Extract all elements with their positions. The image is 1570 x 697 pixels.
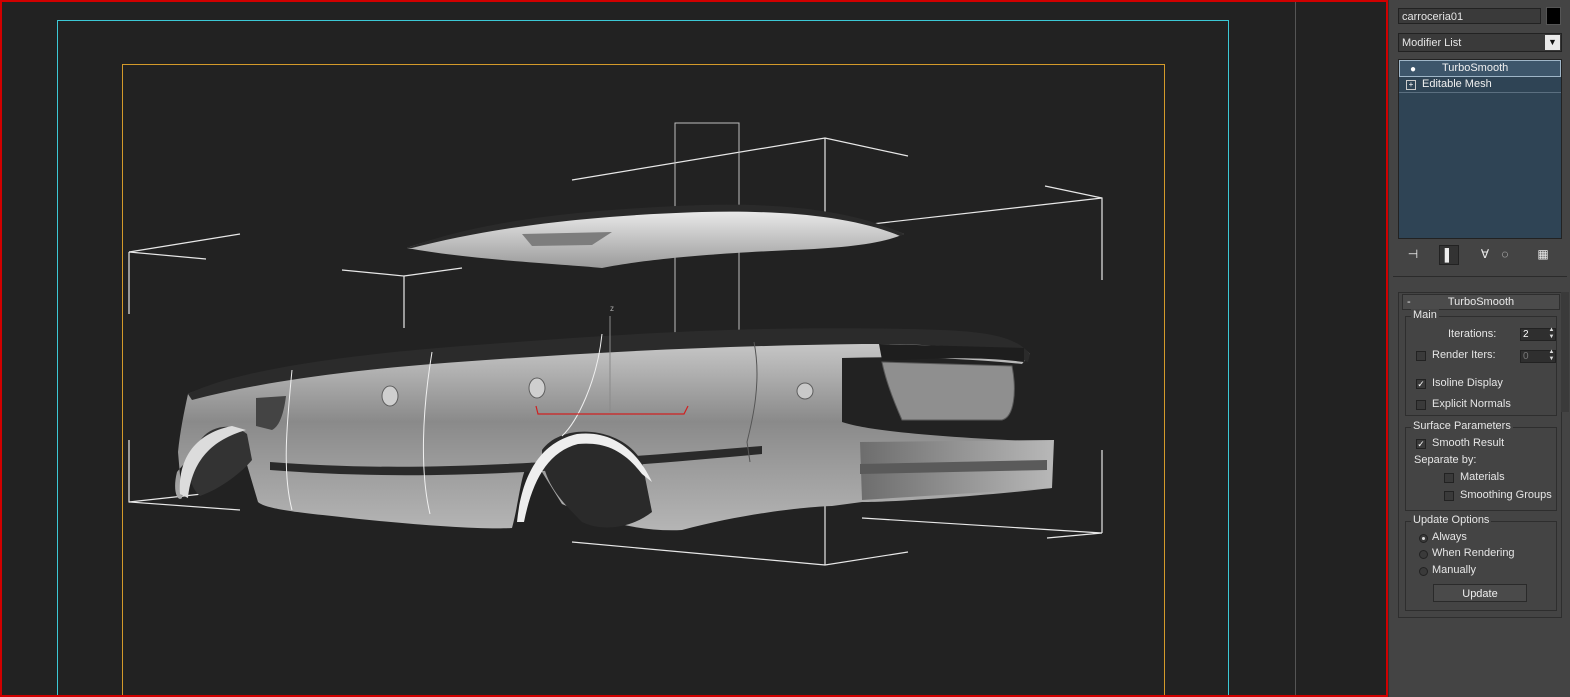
isoline-display-checkbox[interactable]: ✓ bbox=[1416, 379, 1426, 389]
stack-item-label: Editable Mesh bbox=[1422, 78, 1492, 90]
group-label: Main bbox=[1411, 309, 1439, 321]
object-color-swatch[interactable] bbox=[1546, 7, 1561, 25]
rollout-title: TurboSmooth bbox=[1447, 296, 1515, 308]
turbosmooth-rollout: - TurboSmooth Main Iterations: 2 ▲ ▼ Rend… bbox=[1398, 292, 1562, 618]
isoline-display-label: Isoline Display bbox=[1432, 377, 1503, 389]
group-label: Surface Parameters bbox=[1411, 420, 1513, 432]
modifier-list-dropdown[interactable]: Modifier List ▼ bbox=[1398, 33, 1562, 52]
modifier-stack[interactable]: ● TurboSmooth + Editable Mesh bbox=[1398, 59, 1562, 239]
when-rendering-radio[interactable] bbox=[1419, 550, 1428, 559]
configure-sets-icon[interactable]: ▦ bbox=[1534, 245, 1552, 263]
smooth-result-checkbox[interactable]: ✓ bbox=[1416, 439, 1426, 449]
expand-icon[interactable]: + bbox=[1406, 80, 1416, 90]
stack-item-turbosmooth[interactable]: ● TurboSmooth bbox=[1399, 60, 1561, 77]
iterations-label: Iterations: bbox=[1448, 328, 1497, 340]
separate-by-label: Separate by: bbox=[1414, 454, 1477, 466]
stack-item-editable-mesh[interactable]: + Editable Mesh bbox=[1399, 77, 1561, 93]
rollout-title-bar[interactable]: - TurboSmooth bbox=[1402, 294, 1560, 310]
perspective-viewport[interactable]: z bbox=[0, 0, 1388, 697]
panel-scrollbar[interactable] bbox=[1561, 292, 1569, 412]
group-label: Update Options bbox=[1411, 514, 1492, 526]
smooth-result-label: Smooth Result bbox=[1432, 437, 1505, 449]
stack-toolbar: ⊣ ▌ ∀ ◌ ▦ bbox=[1398, 245, 1562, 265]
stack-item-label: TurboSmooth bbox=[1442, 62, 1509, 74]
divider bbox=[1393, 276, 1567, 277]
explicit-normals-label: Explicit Normals bbox=[1432, 398, 1511, 410]
when-rendering-label: When Rendering bbox=[1432, 547, 1515, 559]
show-end-result-icon[interactable]: ▌ bbox=[1439, 245, 1459, 265]
modifier-list-label: Modifier List bbox=[1402, 37, 1462, 49]
manually-label: Manually bbox=[1432, 564, 1477, 576]
render-iters-checkbox[interactable] bbox=[1416, 351, 1426, 361]
surface-parameters-group: Surface Parameters ✓ Smooth Result Separ… bbox=[1405, 420, 1557, 511]
always-radio[interactable] bbox=[1419, 534, 1428, 543]
explicit-normals-checkbox[interactable] bbox=[1416, 400, 1426, 410]
smoothing-groups-label: Smoothing Groups bbox=[1460, 489, 1552, 501]
object-name-field[interactable]: carroceria01 bbox=[1398, 8, 1541, 24]
collapse-icon[interactable]: - bbox=[1407, 295, 1411, 309]
roof-panel bbox=[407, 204, 904, 268]
always-label: Always bbox=[1432, 531, 1467, 543]
remove-modifier-icon[interactable]: ◌ bbox=[1496, 245, 1514, 263]
z-axis-label: z bbox=[610, 304, 614, 313]
command-panel: carroceria01 Modifier List ▼ ● TurboSmoo… bbox=[1388, 0, 1570, 697]
car-body-model[interactable] bbox=[2, 2, 1388, 697]
spinner-arrows-icon[interactable]: ▲ ▼ bbox=[1547, 349, 1556, 363]
smoothing-groups-checkbox[interactable] bbox=[1444, 491, 1454, 501]
pin-stack-icon[interactable]: ⊣ bbox=[1404, 245, 1422, 263]
main-group: Main Iterations: 2 ▲ ▼ Render Iters: 0 ▲ ▼… bbox=[1405, 309, 1557, 416]
chevron-down-icon[interactable]: ▼ bbox=[1545, 35, 1560, 50]
update-button[interactable]: Update bbox=[1433, 584, 1527, 602]
manually-radio[interactable] bbox=[1419, 567, 1428, 576]
materials-label: Materials bbox=[1460, 471, 1505, 483]
render-iters-label: Render Iters: bbox=[1432, 349, 1496, 361]
car-body-mesh bbox=[175, 328, 1054, 531]
spinner-arrows-icon[interactable]: ▲ ▼ bbox=[1547, 327, 1556, 341]
materials-checkbox[interactable] bbox=[1444, 473, 1454, 483]
bulb-icon[interactable]: ● bbox=[1410, 62, 1416, 77]
make-unique-icon[interactable]: ∀ bbox=[1476, 245, 1494, 263]
